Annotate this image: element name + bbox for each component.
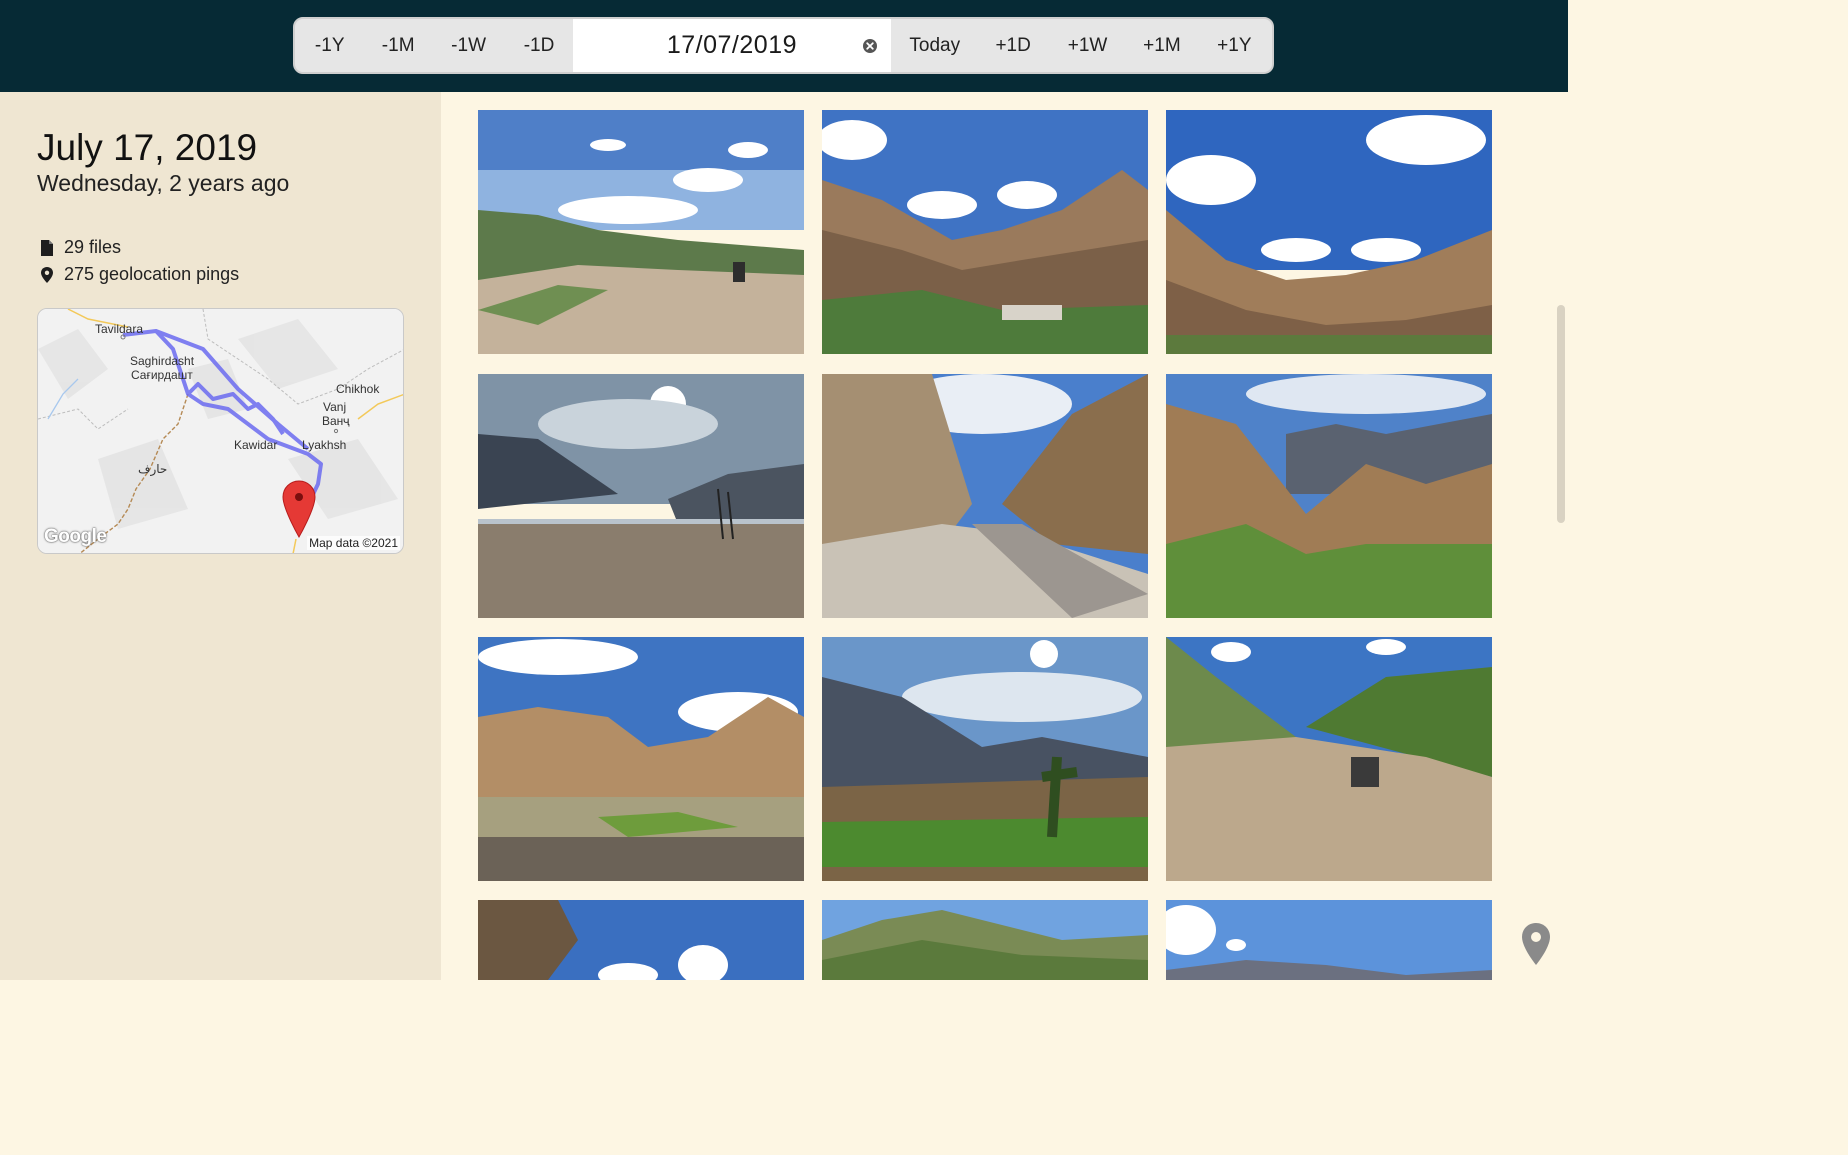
geolocation-pings-count: 275 geolocation pings xyxy=(38,264,239,285)
top-bar: -1Y -1M -1W -1D Today +1D +1W +1M +1Y xyxy=(0,0,1568,92)
map-label-saghirdasht-cyrillic: Сағирдашт xyxy=(131,368,193,382)
photo-thumbnail[interactable] xyxy=(478,900,804,980)
file-icon xyxy=(41,239,53,256)
photo-thumbnail[interactable] xyxy=(478,374,804,618)
map-canvas: Tavildara Saghirdasht Сағирдашт Chikhok … xyxy=(38,309,403,553)
minus-week-button[interactable]: -1W xyxy=(432,19,505,72)
plus-day-button[interactable]: +1D xyxy=(978,19,1047,72)
files-count-label: 29 files xyxy=(64,237,122,257)
minus-day-button[interactable]: -1D xyxy=(505,19,572,72)
photo-thumbnail[interactable] xyxy=(1166,110,1492,354)
map-label-chikhoko: Chikhok xyxy=(336,382,380,396)
minus-year-button[interactable]: -1Y xyxy=(295,19,364,72)
photo-thumbnail[interactable] xyxy=(822,110,1148,354)
scrollbar-thumb[interactable] xyxy=(1557,305,1565,523)
map-label-tavildara: Tavildara xyxy=(95,322,143,336)
photo-thumbnail[interactable] xyxy=(478,637,804,881)
photo-thumbnail[interactable] xyxy=(822,637,1148,881)
photo-thumbnail[interactable] xyxy=(822,900,1148,980)
map-label-vanj: Vanj xyxy=(323,400,346,414)
google-logo: Google xyxy=(44,526,107,547)
geolocation-pings-label: 275 geolocation pings xyxy=(64,264,240,284)
route-map[interactable]: Tavildara Saghirdasht Сағирдашт Chikhok … xyxy=(37,308,404,554)
date-subtitle: Wednesday, 2 years ago xyxy=(37,170,290,196)
sidebar: July 17, 2019 Wednesday, 2 years ago 29 … xyxy=(0,92,441,980)
photo-grid xyxy=(478,110,1492,980)
map-label-saghirdasht: Saghirdasht xyxy=(130,354,195,368)
map-label-vanj-cyrillic: Ванҷ xyxy=(322,414,350,428)
close-circle-icon[interactable] xyxy=(862,38,878,54)
photo-thumbnail[interactable] xyxy=(478,110,804,354)
map-pin-icon xyxy=(41,266,53,283)
minus-month-button[interactable]: -1M xyxy=(364,19,431,72)
date-field xyxy=(572,19,892,72)
map-label-arabic: حارف xyxy=(138,462,167,477)
map-copyright: Map data ©2021 xyxy=(307,536,400,550)
date-navigation-bar: -1Y -1M -1W -1D Today +1D +1W +1M +1Y xyxy=(293,17,1274,74)
page-title: July 17, 2019 xyxy=(37,127,258,168)
today-button[interactable]: Today xyxy=(891,19,978,72)
files-count: 29 files xyxy=(38,237,121,258)
map-label-kawidar: Kawidar xyxy=(234,438,277,452)
photo-thumbnail[interactable] xyxy=(1166,374,1492,618)
plus-year-button[interactable]: +1Y xyxy=(1197,19,1272,72)
map-label-yakhsh: Lyakhsh xyxy=(302,438,346,452)
date-input[interactable] xyxy=(621,31,842,60)
plus-month-button[interactable]: +1M xyxy=(1127,19,1196,72)
photo-thumbnail[interactable] xyxy=(822,374,1148,618)
plus-week-button[interactable]: +1W xyxy=(1048,19,1127,72)
photo-thumbnail[interactable] xyxy=(1166,637,1492,881)
map-pin-icon[interactable] xyxy=(1520,922,1552,966)
photo-thumbnail[interactable] xyxy=(1166,900,1492,980)
